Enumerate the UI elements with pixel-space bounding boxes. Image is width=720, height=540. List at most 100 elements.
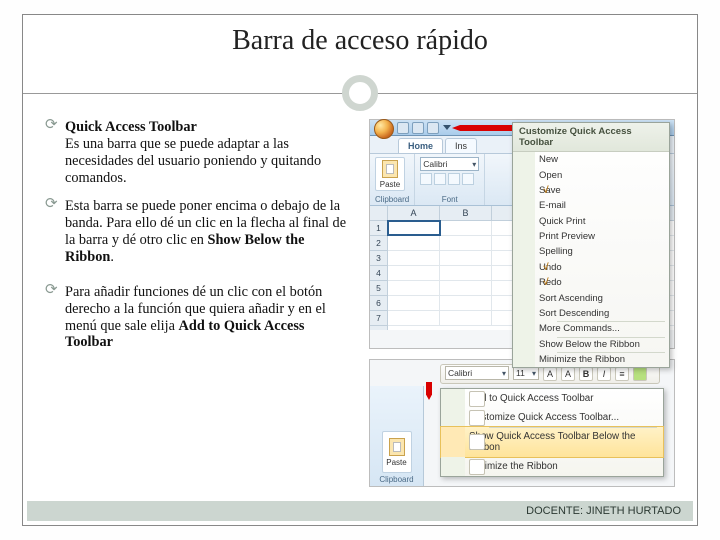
menu-item[interactable]: Open <box>513 167 669 182</box>
context-menu-item[interactable]: Minimize the Ribbon <box>441 457 663 476</box>
office-button-icon[interactable] <box>374 119 394 139</box>
underline-button[interactable] <box>448 173 460 185</box>
cell[interactable] <box>440 236 492 250</box>
row-header[interactable]: 3 <box>370 251 387 266</box>
qat-save-icon[interactable] <box>397 122 409 134</box>
context-menu-item[interactable]: Show Quick Access Toolbar Below the Ribb… <box>441 427 663 457</box>
check-icon: √ <box>539 185 553 196</box>
row-header[interactable]: 6 <box>370 296 387 311</box>
tab-home[interactable]: Home <box>398 138 443 153</box>
menu-item[interactable]: More Commands... <box>513 321 669 336</box>
cell[interactable] <box>388 236 440 250</box>
customize-qat-menu: Customize Quick Access Toolbar NewOpen√S… <box>512 122 670 368</box>
screenshot-customize-qat: Home Ins Paste Clipboard Calibri <box>369 119 675 349</box>
qat-redo-icon[interactable] <box>427 122 439 134</box>
paste-button[interactable]: Paste <box>375 157 405 191</box>
paste-icon <box>382 160 398 178</box>
cell[interactable] <box>388 266 440 280</box>
context-menu-label: Show Quick Access Toolbar Below the Ribb… <box>469 431 655 453</box>
menu-header: Customize Quick Access Toolbar <box>513 123 669 152</box>
cell[interactable] <box>388 296 440 310</box>
ribbon-clipboard-group: Paste Clipboard <box>370 386 424 486</box>
menu-item[interactable]: Sort Descending <box>513 306 669 321</box>
font-group-label: Font <box>420 195 479 204</box>
check-icon: √ <box>539 277 553 288</box>
row-header[interactable]: 4 <box>370 266 387 281</box>
menu-item-label: Sort Ascending <box>539 293 603 304</box>
menu-item[interactable]: New <box>513 152 669 167</box>
menu-item[interactable]: √Undo <box>513 260 669 275</box>
cell[interactable] <box>388 281 440 295</box>
cell[interactable] <box>440 281 492 295</box>
menu-item[interactable]: Quick Print <box>513 214 669 229</box>
menu-item[interactable]: E-mail <box>513 198 669 213</box>
group-clipboard: Paste Clipboard <box>370 154 415 205</box>
row-header[interactable]: 7 <box>370 311 387 326</box>
menu-item-label: Open <box>539 170 562 181</box>
mini-align-button[interactable]: ≡ <box>615 367 629 381</box>
footer-bar: DOCENTE: JINETH HURTADO <box>27 501 693 521</box>
text-column: Quick Access Toolbar Es una barra que se… <box>45 119 355 487</box>
bullet-1: Quick Access Toolbar Es una barra que se… <box>45 119 355 186</box>
cell[interactable] <box>440 266 492 280</box>
menu-item-icon <box>469 391 485 407</box>
cell[interactable] <box>388 311 440 325</box>
menu-item-icon <box>469 459 485 475</box>
mini-highlight-button[interactable] <box>633 367 647 381</box>
row-header[interactable]: 2 <box>370 236 387 251</box>
screenshot-column: Home Ins Paste Clipboard Calibri <box>369 119 675 487</box>
mini-font-combo[interactable]: Calibri <box>445 366 509 380</box>
paste-button[interactable]: Paste <box>382 431 412 473</box>
bullet-3: Para añadir funciones dé un clic con el … <box>45 284 355 351</box>
menu-item-label: Quick Print <box>539 216 585 227</box>
row-header[interactable]: 5 <box>370 281 387 296</box>
col-header[interactable]: A <box>388 206 440 220</box>
menu-item[interactable]: Sort Ascending <box>513 290 669 305</box>
italic-button[interactable] <box>434 173 446 185</box>
menu-item[interactable]: Print Preview <box>513 229 669 244</box>
slide-frame: Barra de acceso rápido Quick Access Tool… <box>22 14 698 526</box>
menu-item-label: Print Preview <box>539 231 595 242</box>
row-header[interactable] <box>370 206 387 221</box>
context-menu-item[interactable]: Customize Quick Access Toolbar... <box>441 408 663 427</box>
bold-button[interactable] <box>420 173 432 185</box>
bullet-2-tail: . <box>110 249 114 265</box>
row-header[interactable]: 1 <box>370 221 387 236</box>
context-menu: Add to Quick Access Toolbar Customize Qui… <box>440 388 664 477</box>
ring-ornament <box>342 75 378 111</box>
cell-a1[interactable] <box>388 221 440 235</box>
font-name-combo[interactable]: Calibri <box>420 157 479 171</box>
menu-item[interactable]: Spelling <box>513 244 669 259</box>
menu-item[interactable]: Minimize the Ribbon <box>513 352 669 367</box>
mini-shrink-font-icon[interactable]: A <box>561 367 575 381</box>
cell[interactable] <box>388 251 440 265</box>
cell[interactable] <box>440 311 492 325</box>
footer-text: DOCENTE: JINETH HURTADO <box>526 505 681 517</box>
mini-bold-button[interactable]: B <box>579 367 593 381</box>
qat-undo-icon[interactable] <box>412 122 424 134</box>
menu-item[interactable]: √Redo <box>513 275 669 290</box>
tab-insert[interactable]: Ins <box>445 138 477 153</box>
title-divider <box>23 75 697 115</box>
qat-customize-arrow-icon[interactable] <box>442 123 452 133</box>
col-header[interactable]: B <box>440 206 492 220</box>
context-menu-item[interactable]: Add to Quick Access Toolbar <box>441 389 663 408</box>
menu-item[interactable]: √Save <box>513 183 669 198</box>
cell[interactable] <box>440 221 492 235</box>
menu-item-label: More Commands... <box>539 323 620 334</box>
menu-item[interactable]: Show Below the Ribbon <box>513 337 669 352</box>
border-button[interactable] <box>462 173 474 185</box>
mini-grow-font-icon[interactable]: A <box>543 367 557 381</box>
check-icon: √ <box>539 262 553 273</box>
mini-italic-button[interactable]: I <box>597 367 611 381</box>
context-menu-label: Add to Quick Access Toolbar <box>469 393 594 404</box>
row-headers: 1 2 3 4 5 6 7 <box>370 206 388 330</box>
menu-item-label: Sort Descending <box>539 308 609 319</box>
menu-item-icon <box>469 434 485 450</box>
clipboard-group-label: Clipboard <box>375 195 409 204</box>
cell[interactable] <box>440 251 492 265</box>
cell[interactable] <box>440 296 492 310</box>
slide-title: Barra de acceso rápido <box>23 15 697 57</box>
clipboard-group-label: Clipboard <box>379 475 413 484</box>
menu-item-label: Minimize the Ribbon <box>539 354 625 365</box>
